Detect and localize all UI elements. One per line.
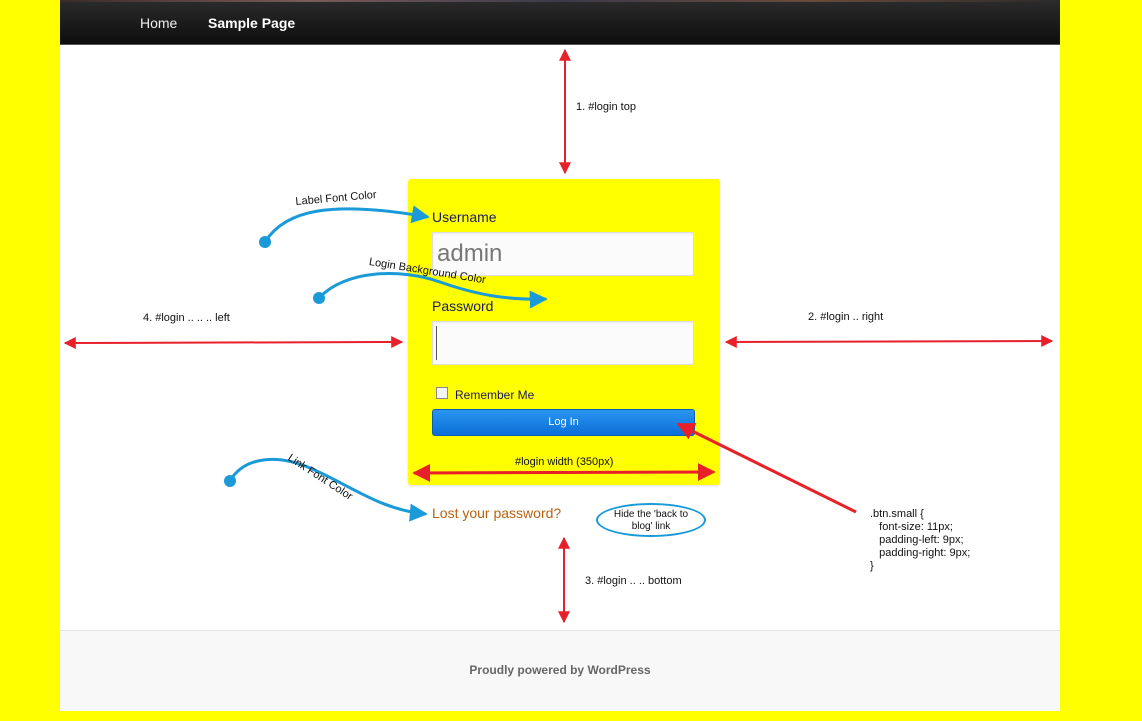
annotation-bottom: 3. #login .. .. bottom bbox=[585, 575, 682, 587]
hide-note-line1: Hide the 'back to bbox=[613, 509, 689, 520]
annotation-css-snippet: .btn.small { font-size: 11px; padding-le… bbox=[870, 508, 971, 572]
annotation-hide-back-link: Hide the 'back to blog' link bbox=[596, 503, 706, 537]
right-arrow bbox=[724, 335, 1054, 348]
left-arrow bbox=[63, 336, 404, 349]
button-pointer-arrow bbox=[676, 422, 857, 514]
width-arrow bbox=[412, 463, 716, 482]
label-color-arrow bbox=[263, 205, 430, 243]
annotation-width: #login width (350px) bbox=[515, 456, 614, 468]
annotation-top: 1. #login top bbox=[576, 101, 636, 113]
annotation-left: 4. #login .. .. .. left bbox=[143, 312, 230, 324]
annotation-right: 2. #login .. right bbox=[808, 311, 884, 323]
annotation-overlay bbox=[63, 48, 1054, 624]
hide-note-line2: blog' link bbox=[631, 521, 671, 532]
